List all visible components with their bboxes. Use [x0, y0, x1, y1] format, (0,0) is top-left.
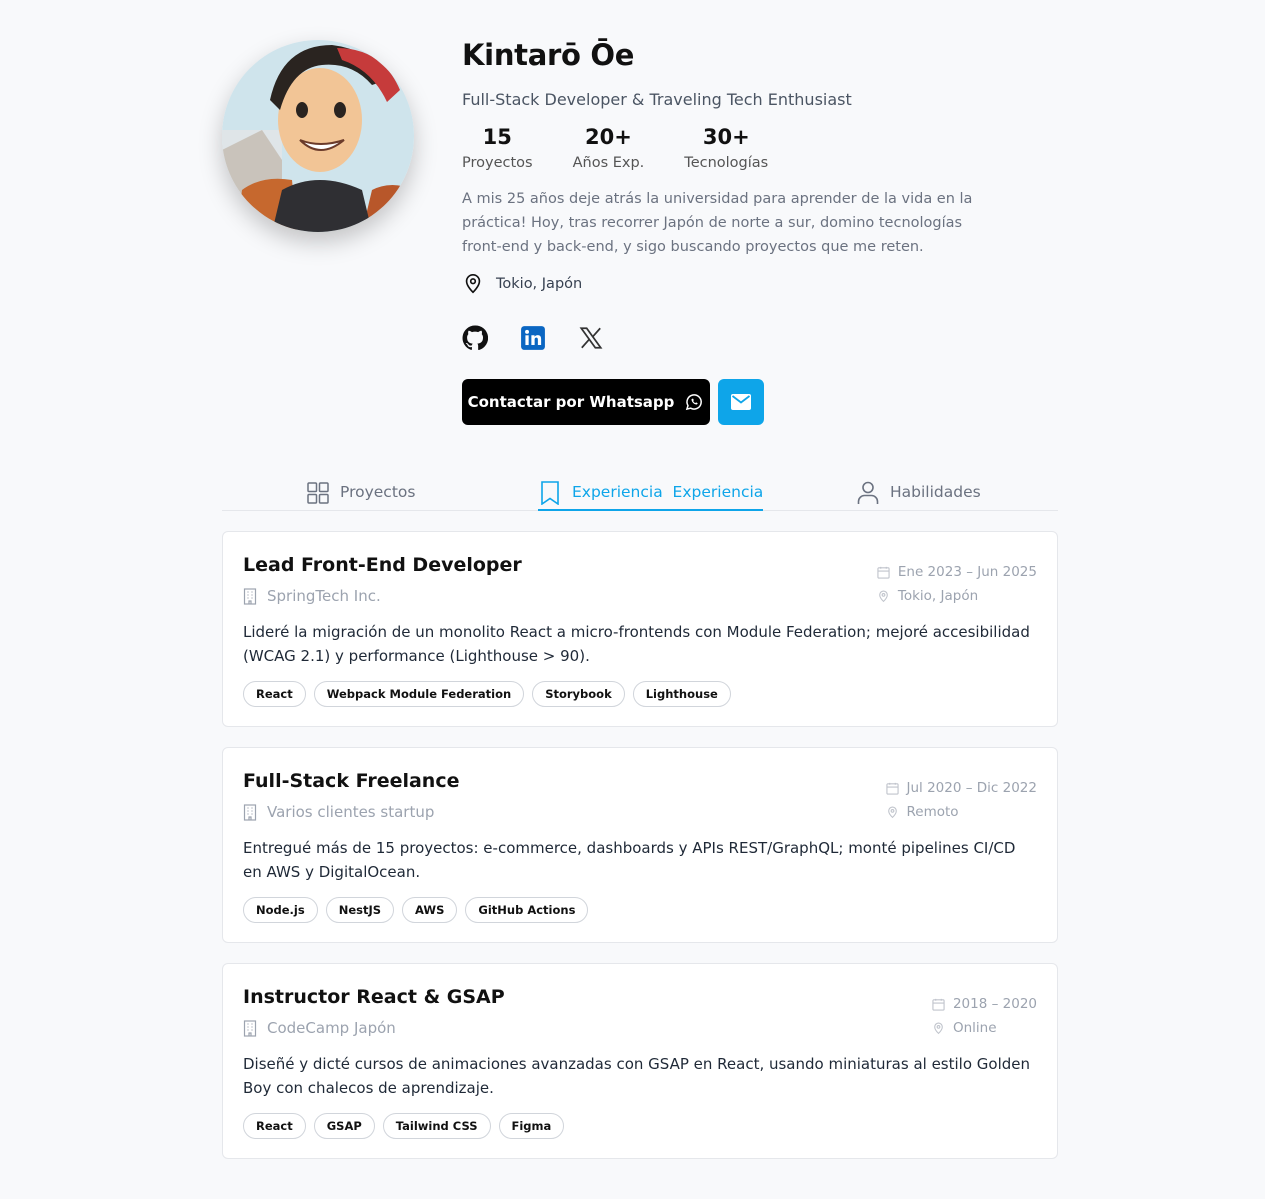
social-links [462, 325, 1022, 351]
experience-company: CodeCamp Japón [243, 1019, 396, 1037]
company-name: Varios clientes startup [267, 803, 435, 821]
tab-proyectos[interactable]: Proyectos [306, 480, 415, 511]
profile-name: Kintarō Ōe [462, 38, 635, 72]
tech-tag: Node.js [243, 897, 318, 923]
stat-label: Proyectos [462, 155, 533, 171]
stats: 15 Proyectos 20+ Años Exp. 30+ Tecnologí… [462, 125, 1022, 171]
email-button[interactable] [718, 379, 764, 425]
experience-company: Varios clientes startup [243, 803, 434, 821]
tech-tag: React [243, 1113, 306, 1139]
tag-list: React Webpack Module Federation Storyboo… [243, 681, 731, 707]
experience-card: Instructor React & GSAP CodeCamp Japón 2… [222, 963, 1058, 1159]
dates-text: 2018 – 2020 [952, 996, 1037, 1012]
experience-location: Remoto [886, 800, 1038, 824]
stat-technologies: 30+ Tecnologías [684, 125, 768, 171]
tech-tag: Lighthouse [632, 681, 731, 707]
avatar [222, 40, 414, 232]
tech-tag: AWS [402, 897, 458, 923]
contact-actions: Contactar por Whatsapp [462, 379, 1022, 425]
grid-icon [307, 482, 329, 504]
tab-bar: Proyectos Experiencia Experiencia Habili… [222, 470, 1058, 511]
experience-description: Entregué más de 15 proyectos: e-commerce… [243, 839, 1016, 881]
tag-list: React GSAP Tailwind CSS Figma [243, 1113, 565, 1139]
tech-tag: Storybook [532, 681, 625, 707]
location-text: Remoto [906, 804, 959, 820]
profile-tagline: Full-Stack Developer & Traveling Tech En… [462, 90, 852, 109]
stat-value: 30+ [702, 125, 750, 149]
profile-bio: A mis 25 años deje atrás la universidad … [462, 191, 973, 255]
experience-company: SpringTech Inc. [243, 587, 381, 605]
experience-dates: 2018 – 2020 [932, 992, 1037, 1016]
tech-tag: Webpack Module Federation [313, 681, 525, 707]
github-icon[interactable] [462, 325, 489, 351]
experience-title: Full-Stack Freelance [243, 770, 460, 792]
whatsapp-button[interactable]: Contactar por Whatsapp [462, 379, 710, 425]
map-pin-icon [465, 274, 481, 294]
tech-tag: NestJS [325, 897, 395, 923]
tab-habilidades[interactable]: Habilidades [856, 480, 981, 511]
tag-list: Node.js NestJS AWS GitHub Actions [243, 897, 589, 923]
experience-description: Lideré la migración de un monolito React… [243, 623, 1030, 665]
tab-label: Proyectos [340, 483, 416, 501]
mail-icon [731, 394, 751, 410]
experience-card: Lead Front-End Developer SpringTech Inc.… [222, 531, 1058, 727]
map-pin-icon [879, 590, 888, 602]
tech-tag: GitHub Actions [465, 897, 589, 923]
location-text: Online [952, 1020, 997, 1036]
profile-info: Kintarō Ōe Full-Stack Developer & Travel… [462, 38, 1022, 425]
map-pin-icon [887, 806, 897, 818]
map-pin-icon [934, 1022, 943, 1034]
building-icon [243, 587, 257, 605]
company-name: CodeCamp Japón [267, 1019, 396, 1037]
tech-tag: GSAP [313, 1113, 375, 1139]
whatsapp-button-label: Contactar por Whatsapp [467, 393, 675, 411]
x-icon[interactable] [578, 325, 604, 351]
tech-tag: React [243, 681, 306, 707]
whatsapp-icon [686, 394, 703, 411]
bookmark-icon [541, 481, 559, 505]
experience-title: Instructor React & GSAP [243, 986, 505, 1008]
calendar-icon [885, 782, 899, 795]
tech-tag: Figma [498, 1113, 565, 1139]
calendar-icon [877, 566, 890, 579]
experience-description: Diseñé y dicté cursos de animaciones ava… [243, 1055, 1031, 1097]
experience-card: Full-Stack Freelance Varios clientes sta… [222, 747, 1058, 943]
experience-location: Tokio, Japón [877, 584, 1037, 608]
location-text: Tokio, Japón [897, 588, 979, 604]
tab-label: Habilidades [890, 483, 981, 501]
calendar-icon [932, 998, 945, 1011]
experience-title: Lead Front-End Developer [243, 554, 522, 576]
company-name: SpringTech Inc. [267, 587, 381, 605]
dates-text: Ene 2023 – Jun 2025 [897, 564, 1037, 580]
stat-value: 15 [482, 125, 512, 149]
experience-location: Online [932, 1016, 1037, 1040]
experience-meta: 2018 – 2020 Online [932, 992, 1037, 1040]
stat-label: Tecnologías [684, 155, 769, 171]
linkedin-icon[interactable] [520, 325, 546, 351]
experience-dates: Jul 2020 – Dic 2022 [885, 776, 1038, 800]
stat-label: Años Exp. [572, 155, 645, 171]
location-text: Tokio, Japón [496, 276, 583, 292]
experience-dates: Ene 2023 – Jun 2025 [877, 560, 1037, 584]
stat-value: 20+ [585, 125, 632, 149]
tab-label: Experiencia Experiencia [572, 483, 764, 501]
building-icon [243, 803, 257, 821]
stat-years: 20+ Años Exp. [573, 125, 645, 171]
user-icon [857, 481, 879, 504]
experience-meta: Jul 2020 – Dic 2022 Remoto [885, 776, 1038, 824]
dates-text: Jul 2020 – Dic 2022 [906, 780, 1038, 796]
building-icon [243, 1019, 257, 1037]
profile-location: Tokio, Japón [462, 273, 1022, 295]
tab-experiencia[interactable]: Experiencia Experiencia [538, 480, 764, 511]
stat-projects: 15 Proyectos [462, 125, 533, 171]
avatar-illustration [222, 40, 414, 232]
tech-tag: Tailwind CSS [382, 1113, 491, 1139]
experience-meta: Ene 2023 – Jun 2025 Tokio, Japón [877, 560, 1037, 608]
